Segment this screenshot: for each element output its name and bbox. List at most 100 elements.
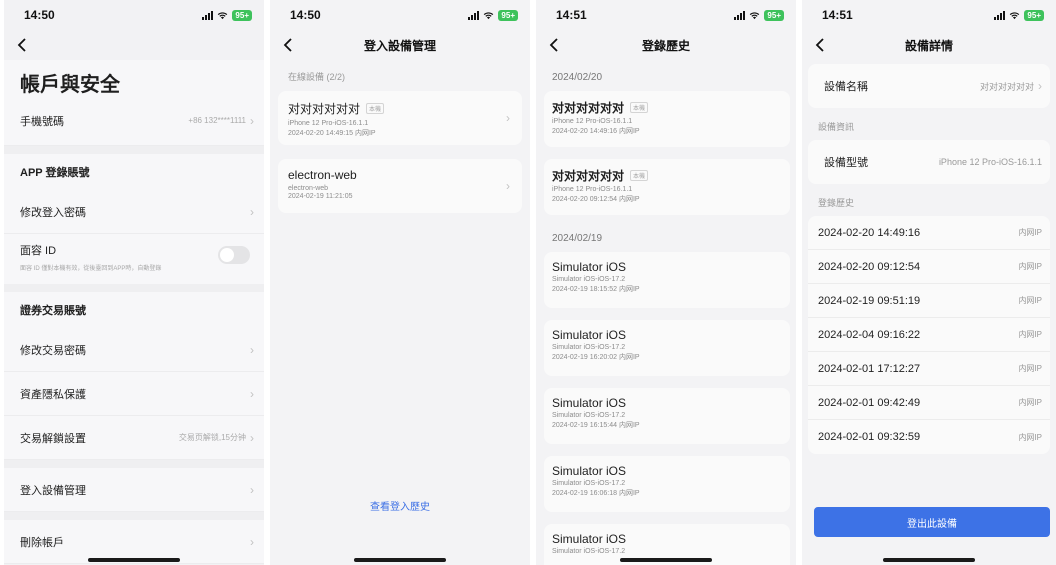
- device-name: Simulator iOS: [552, 396, 627, 410]
- nav-bar: 設備詳情: [802, 30, 1056, 60]
- history-item[interactable]: Simulator iOS Simulator iOS-iOS-17.2 202…: [544, 456, 790, 512]
- login-ip: 内网IP: [1018, 228, 1042, 237]
- history-item[interactable]: Simulator iOS Simulator iOS-iOS-17.2 202…: [544, 388, 790, 444]
- login-time: 2024-02-01 09:42:49: [818, 396, 921, 409]
- device-management-screen: 14:50 95+ 登入設備管理 在線設備 (2/2) 对对对对对对 本機 iPh…: [270, 0, 530, 565]
- login-ip: 内网IP: [1018, 262, 1042, 271]
- battery-icon: 95+: [1024, 9, 1044, 21]
- login-history-screen: 14:51 95+ 登錄歷史 2024/02/20 对对对对对对 本機 iPhon…: [536, 0, 796, 565]
- chevron-right-icon: ›: [250, 534, 254, 549]
- device-card[interactable]: 对对对对对对 本機 iPhone 12 Pro-iOS-16.1.1 2024-0…: [278, 91, 522, 145]
- securities-section-title: 證券交易賬號: [4, 292, 264, 328]
- nav-bar: 登入設備管理: [270, 30, 530, 60]
- list-item: 2024-02-01 17:12:27 内网IP: [808, 352, 1050, 386]
- device-model: iPhone 12 Pro-iOS-16.1.1: [552, 118, 633, 125]
- wifi-icon: [1010, 11, 1020, 19]
- back-button[interactable]: [12, 35, 32, 55]
- login-time: 2024-02-20 09:12:54 内网IP: [552, 196, 640, 203]
- chevron-left-icon: [815, 38, 824, 52]
- phone-value: +86 132****1111: [188, 116, 246, 125]
- wifi-icon: [750, 11, 760, 19]
- current-device-badge: 本機: [630, 170, 649, 181]
- change-login-password-row[interactable]: 修改登入密碼 ›: [4, 190, 264, 234]
- change-login-password-label: 修改登入密碼: [20, 206, 86, 219]
- date-group-header: 2024/02/20: [552, 72, 603, 83]
- device-management-label: 登入設備管理: [20, 484, 86, 497]
- signal-icon: [202, 10, 214, 20]
- face-id-toggle[interactable]: [218, 246, 250, 264]
- home-indicator: [354, 558, 446, 562]
- account-security-screen: 14:50 95+ 帳戶與安全 手機號碼 +86 132****1111 › AP…: [4, 0, 264, 565]
- nav-bar: [4, 30, 264, 60]
- device-card[interactable]: electron-web electron-web 2024-02-19 11:…: [278, 159, 522, 213]
- list-item: 2024-02-19 09:51:19 内网IP: [808, 284, 1050, 318]
- back-button[interactable]: [810, 35, 830, 55]
- wifi-icon: [484, 11, 494, 19]
- date-group-header: 2024/02/19: [552, 233, 603, 244]
- login-time: 2024-02-01 17:12:27: [818, 362, 921, 375]
- login-time: 2024-02-19 16:06:18 内网IP: [552, 490, 640, 497]
- battery-icon: 95+: [232, 9, 252, 21]
- chevron-left-icon: [283, 38, 292, 52]
- list-item: 2024-02-01 09:32:59 内网IP: [808, 420, 1050, 454]
- device-model-label: 設備型號: [824, 157, 868, 169]
- trade-unlock-row[interactable]: 交易解鎖設置 交易页解锁,15分钟 ›: [4, 416, 264, 460]
- logout-device-button[interactable]: 登出此設備: [814, 507, 1050, 537]
- chevron-right-icon: ›: [506, 179, 510, 193]
- home-indicator: [883, 558, 975, 562]
- chevron-right-icon: ›: [250, 386, 254, 401]
- face-id-row: 面容 ID 面容 ID 僅對本機有效，從後臺回到APP時，自動登錄: [4, 234, 264, 284]
- device-name: Simulator iOS: [552, 464, 627, 478]
- chevron-left-icon: [17, 38, 26, 52]
- device-info-label: 設備資訊: [818, 122, 855, 132]
- list-item: 2024-02-20 14:49:16 内网IP: [808, 216, 1050, 250]
- device-model: iPhone 12 Pro-iOS-16.1.1: [552, 186, 633, 193]
- login-time: 2024-02-20 14:49:16: [818, 226, 921, 239]
- status-bar: 14:51 95+: [802, 0, 1056, 30]
- login-time: 2024-02-04 09:16:22: [818, 328, 921, 341]
- chevron-right-icon: ›: [1038, 79, 1042, 93]
- device-model-value: iPhone 12 Pro-iOS-16.1.1: [938, 157, 1042, 167]
- device-model: Simulator iOS-iOS-17.2: [552, 480, 626, 487]
- chevron-right-icon: ›: [250, 113, 254, 128]
- status-time: 14:50: [290, 8, 321, 22]
- face-id-description: 面容 ID 僅對本機有效，從後臺回到APP時，自動登錄: [20, 266, 162, 272]
- device-management-row[interactable]: 登入設備管理 ›: [4, 468, 264, 512]
- device-model-row: 設備型號 iPhone 12 Pro-iOS-16.1.1: [808, 140, 1050, 184]
- page-title: 登入設備管理: [363, 38, 436, 53]
- login-time: 2024-02-19 16:20:02 内网IP: [552, 354, 640, 361]
- online-devices-label: 在線設備 (2/2): [288, 72, 346, 82]
- login-time: 2024-02-20 14:49:16 内网IP: [552, 128, 640, 135]
- chevron-right-icon: ›: [250, 342, 254, 357]
- view-login-history-link[interactable]: 查看登入歷史: [270, 498, 530, 513]
- home-indicator: [88, 558, 180, 562]
- phone-label: 手機號碼: [20, 115, 64, 128]
- trade-unlock-value: 交易页解锁,15分钟: [178, 433, 246, 442]
- status-time: 14:51: [556, 8, 587, 22]
- login-history-label: 登錄歷史: [818, 198, 855, 208]
- back-button[interactable]: [544, 35, 564, 55]
- status-bar: 14:51 95+: [536, 0, 796, 30]
- status-time: 14:50: [24, 8, 55, 22]
- chevron-right-icon: ›: [250, 430, 254, 445]
- page-title: 帳戶與安全: [4, 60, 264, 96]
- history-item[interactable]: 对对对对对对 本機 iPhone 12 Pro-iOS-16.1.1 2024-0…: [544, 91, 790, 147]
- chevron-right-icon: ›: [250, 204, 254, 219]
- device-model: Simulator iOS-iOS-17.2: [552, 344, 626, 351]
- device-name-row[interactable]: 設備名稱 对对对对对对 ›: [808, 64, 1050, 108]
- device-name: electron-web: [288, 168, 357, 182]
- device-name: Simulator iOS: [552, 328, 627, 342]
- login-history-list: 2024-02-20 14:49:16 内网IP 2024-02-20 09:12…: [808, 216, 1050, 454]
- chevron-right-icon: ›: [250, 482, 254, 497]
- history-item[interactable]: Simulator iOS Simulator iOS-iOS-17.2 202…: [544, 320, 790, 376]
- phone-number-row[interactable]: 手機號碼 +86 132****1111 ›: [4, 96, 264, 146]
- back-button[interactable]: [278, 35, 298, 55]
- asset-privacy-row[interactable]: 資產隱私保護 ›: [4, 372, 264, 416]
- current-device-badge: 本機: [366, 103, 385, 114]
- history-item[interactable]: Simulator iOS Simulator iOS-iOS-17.2 202…: [544, 252, 790, 308]
- change-trade-password-row[interactable]: 修改交易密碼 ›: [4, 328, 264, 372]
- nav-bar: 登錄歷史: [536, 30, 796, 60]
- device-name: Simulator iOS: [552, 260, 627, 274]
- history-item[interactable]: 对对对对对对 本機 iPhone 12 Pro-iOS-16.1.1 2024-0…: [544, 159, 790, 215]
- device-name: 对对对对对对: [552, 101, 625, 115]
